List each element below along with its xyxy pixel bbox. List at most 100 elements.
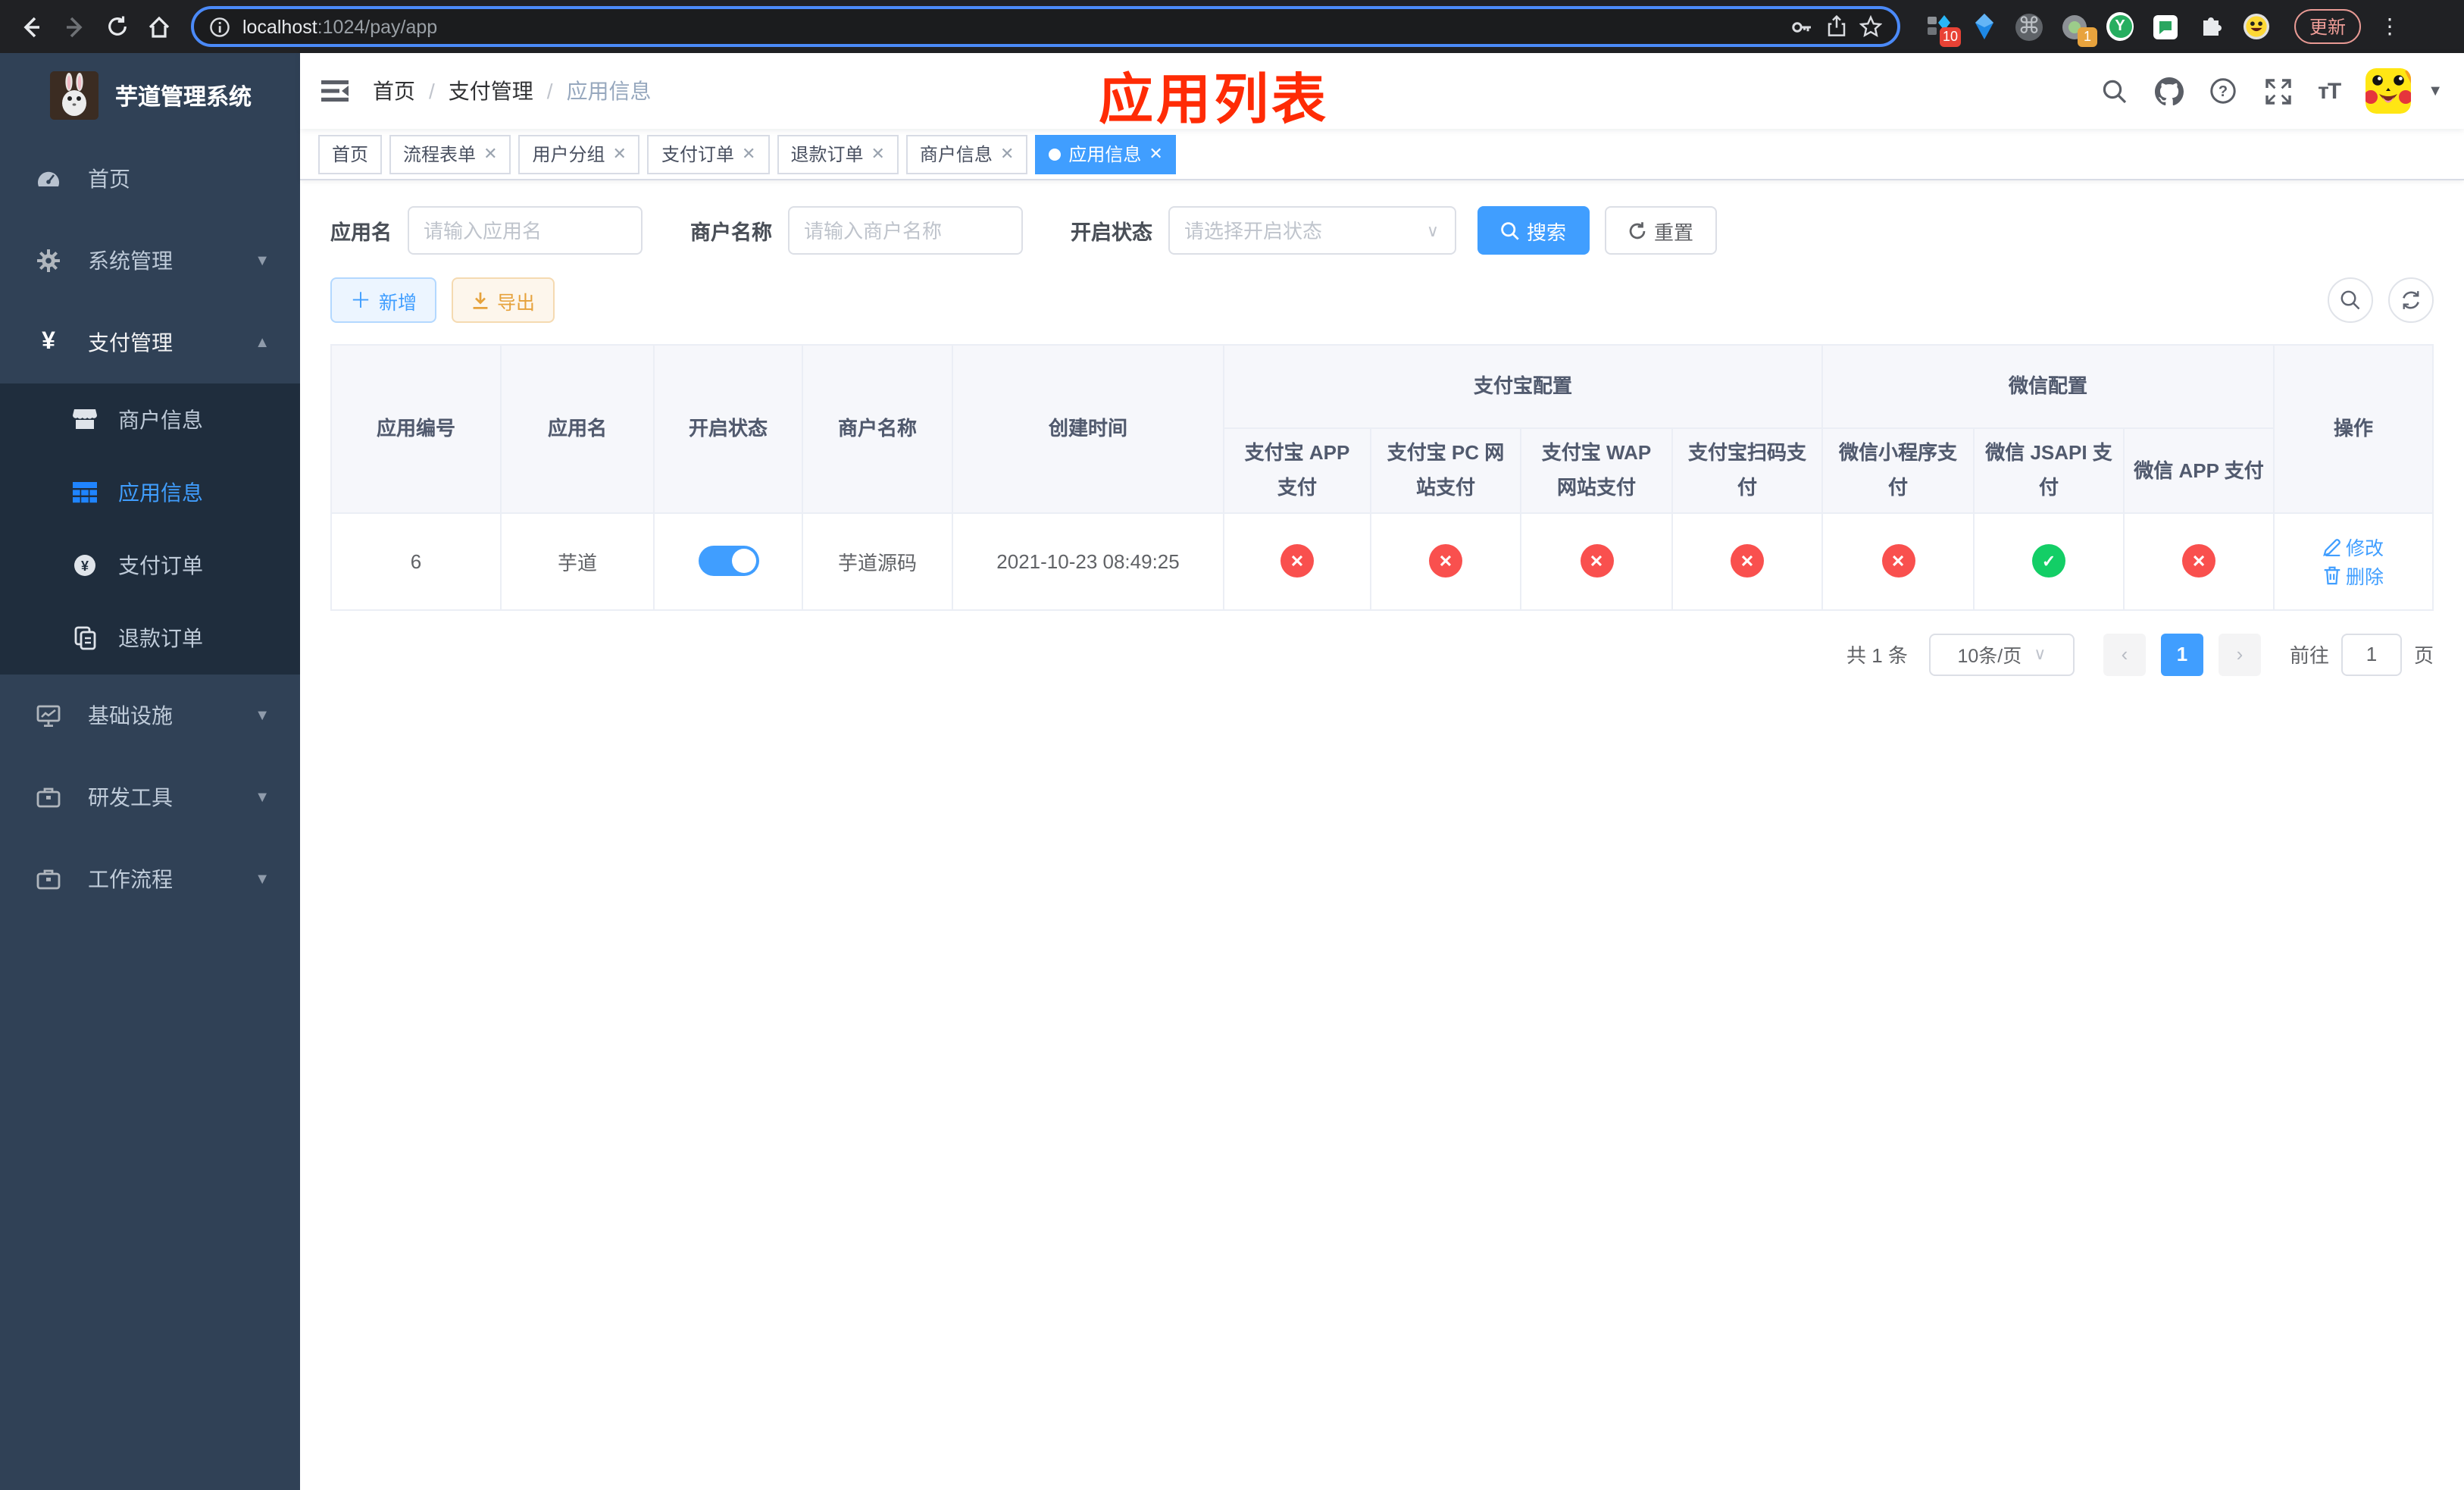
user-avatar[interactable] (2366, 68, 2412, 114)
font-size-icon[interactable]: ᴛT (2318, 78, 2341, 104)
sidebar-logo[interactable]: 芋道管理系统 (0, 53, 300, 138)
sidebar-item-workflow[interactable]: 工作流程 ▼ (0, 838, 300, 920)
chevron-down-icon: ▼ (255, 871, 270, 887)
payment-submenu: 商户信息 应用信息 ¥ 支付订单 退款订单 (0, 383, 300, 675)
chrome-update-button[interactable]: 更新 (2294, 9, 2362, 44)
close-icon[interactable]: ✕ (871, 144, 884, 164)
sidebar-item-payment[interactable]: ¥ 支付管理 ▲ (0, 302, 300, 383)
extension-recorder-icon[interactable]: 1 (2061, 13, 2097, 46)
prev-page-button[interactable]: ‹ (2103, 633, 2146, 676)
breadcrumb: 首页 / 支付管理 / 应用信息 (373, 76, 652, 106)
sidebar-item-infrastructure[interactable]: 基础设施 ▼ (0, 675, 300, 756)
sidebar-item-home[interactable]: 首页 (0, 138, 300, 220)
pencil-icon (2323, 538, 2340, 556)
col-alipay-app: 支付宝 APP 支付 (1223, 427, 1371, 514)
col-group-alipay: 支付宝配置 (1222, 344, 1824, 429)
edit-link[interactable]: 修改 (2323, 533, 2384, 562)
github-icon[interactable] (2154, 77, 2184, 105)
delete-link[interactable]: 删除 (2323, 562, 2384, 590)
current-page[interactable]: 1 (2160, 633, 2203, 676)
app-name-input-wrap (407, 206, 642, 255)
sidebar-item-merchant-info[interactable]: 商户信息 (0, 383, 300, 456)
url-text[interactable]: localhost:1024/pay/app (242, 16, 1778, 37)
extension-command-icon[interactable]: ⌘ (2015, 13, 2043, 40)
next-page-button[interactable]: › (2218, 633, 2261, 676)
sidebar-item-label: 退款订单 (118, 626, 203, 650)
col-alipay-wap: 支付宝 WAP 网站支付 (1520, 427, 1673, 514)
forward-icon[interactable] (58, 10, 91, 43)
sidebar-item-refund-orders[interactable]: 退款订单 (0, 602, 300, 675)
search-button[interactable]: 搜索 (1477, 206, 1590, 255)
page-size-select[interactable]: 10条/页 ∨ (1928, 633, 2075, 676)
breadcrumb-current: 应用信息 (566, 79, 652, 103)
tag-user-group[interactable]: 用户分组 ✕ (518, 134, 640, 174)
sidebar-collapse-icon[interactable] (321, 76, 352, 106)
cell-alipay-wap: ✕ (1520, 512, 1673, 611)
url-path: :1024/pay/app (317, 16, 438, 37)
close-icon[interactable]: ✕ (1149, 144, 1162, 164)
extensions-puzzle-icon[interactable] (2197, 13, 2225, 40)
tag-label: 应用信息 (1068, 144, 1142, 165)
breadcrumb-home[interactable]: 首页 (373, 76, 415, 106)
tag-label: 商户信息 (919, 144, 993, 165)
chrome-menu-icon[interactable]: ⋮ (2379, 14, 2400, 39)
browser-toolbar: localhost:1024/pay/app 10 ⌘ 1 Y 更新 ⋮ (0, 0, 2464, 53)
search-icon[interactable] (2100, 77, 2128, 105)
tag-label: 支付订单 (661, 144, 734, 165)
monitor-chart-icon (36, 703, 61, 728)
address-bar[interactable]: localhost:1024/pay/app (191, 6, 1900, 47)
extension-y-icon[interactable]: Y (2106, 12, 2134, 41)
config-status-icon: ✕ (1580, 544, 1613, 578)
dashboard-icon (36, 167, 61, 191)
breadcrumb-payment[interactable]: 支付管理 (449, 76, 533, 106)
toggle-search-button[interactable] (2328, 277, 2373, 323)
status-select-input[interactable] (1184, 219, 1427, 242)
share-icon[interactable] (1826, 15, 1847, 38)
close-icon[interactable]: ✕ (1000, 144, 1014, 164)
cell-alipay-app: ✕ (1223, 512, 1371, 611)
app-name-input[interactable] (424, 219, 625, 242)
profile-avatar-emoji[interactable] (2243, 13, 2270, 40)
close-icon[interactable]: ✕ (742, 144, 755, 164)
extension-sketch-icon[interactable]: 10 (1925, 13, 1961, 46)
reset-button[interactable]: 重置 (1604, 206, 1717, 255)
extension-gem-icon[interactable] (1970, 13, 1997, 40)
page-size-value: 10条/页 (1957, 646, 2022, 668)
add-button[interactable]: ＋ 新增 (330, 277, 437, 323)
fullscreen-icon[interactable] (2263, 77, 2292, 105)
table-grid-icon (73, 480, 97, 505)
site-info-icon[interactable] (209, 16, 230, 37)
tag-app-info[interactable]: 应用信息 ✕ (1035, 134, 1177, 174)
merchant-name-input[interactable] (804, 219, 1005, 242)
password-key-icon[interactable] (1790, 14, 1814, 39)
briefcase-icon (36, 867, 61, 891)
goto-page-input[interactable] (2340, 633, 2402, 676)
col-merchant: 商户名称 (802, 344, 953, 514)
sidebar-item-pay-orders[interactable]: ¥ 支付订单 (0, 529, 300, 602)
close-icon[interactable]: ✕ (613, 144, 627, 164)
avatar-caret-icon[interactable]: ▼ (2428, 83, 2443, 99)
cell-alipay-pc: ✕ (1370, 512, 1521, 611)
export-button[interactable]: 导出 (452, 277, 555, 323)
status-select[interactable]: ∨ (1168, 206, 1456, 255)
reload-icon[interactable] (100, 10, 133, 43)
sidebar-item-app-info[interactable]: 应用信息 (0, 456, 300, 529)
tag-refund-orders[interactable]: 退款订单 ✕ (777, 134, 899, 174)
sidebar-item-system[interactable]: 系统管理 ▼ (0, 220, 300, 302)
tag-pay-orders[interactable]: 支付订单 ✕ (647, 134, 770, 174)
help-icon[interactable]: ? (2209, 77, 2237, 105)
tag-label: 流程表单 (403, 144, 477, 165)
home-icon[interactable] (142, 10, 176, 43)
tag-merchant-info[interactable]: 商户信息 ✕ (905, 134, 1028, 174)
tag-process-form[interactable]: 流程表单 ✕ (389, 134, 511, 174)
bookmark-star-icon[interactable] (1859, 15, 1882, 38)
col-wechat-app: 微信 APP 支付 (2123, 427, 2275, 514)
refresh-button[interactable] (2388, 277, 2434, 323)
status-toggle[interactable] (698, 546, 758, 577)
close-icon[interactable]: ✕ (483, 144, 497, 164)
tag-home[interactable]: 首页 (318, 134, 383, 174)
sidebar-item-dev-tools[interactable]: 研发工具 ▼ (0, 756, 300, 838)
back-icon[interactable] (15, 10, 48, 43)
tag-label: 首页 (332, 144, 369, 165)
extension-chat-icon[interactable] (2152, 13, 2179, 40)
